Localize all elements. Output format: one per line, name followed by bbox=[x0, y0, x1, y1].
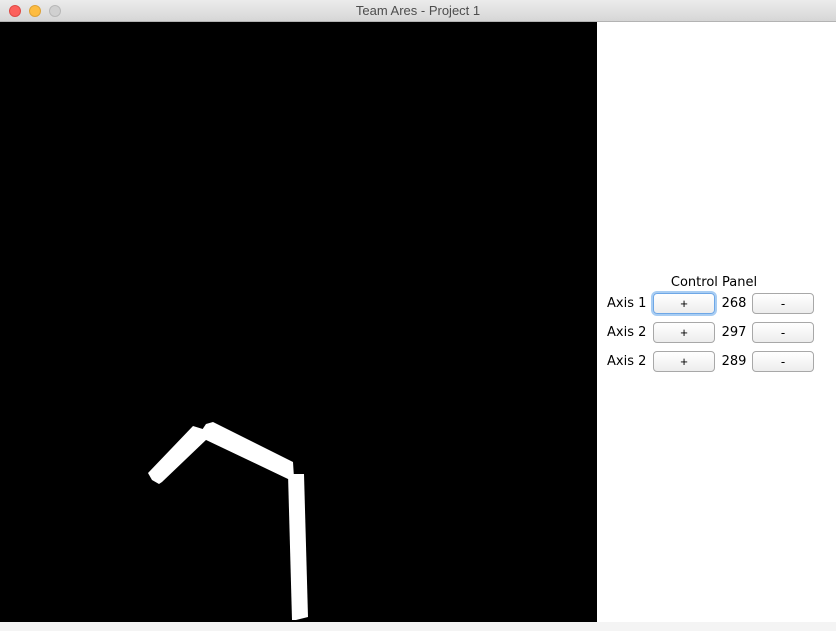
window-bottom-edge bbox=[0, 622, 836, 631]
robot-arm-canvas bbox=[0, 22, 597, 622]
axis-label: Axis 2 bbox=[607, 325, 647, 340]
axis-1-decrease-button[interactable]: - bbox=[752, 293, 814, 314]
axis-3-value: 289 bbox=[721, 354, 747, 369]
axis-3-decrease-button[interactable]: - bbox=[752, 351, 814, 372]
axis-label: Axis 1 bbox=[607, 296, 647, 311]
control-panel: Control Panel Axis 1 + 268 - Axis 2 + 29… bbox=[598, 22, 830, 622]
axis-row-2: Axis 2 + 297 - bbox=[598, 321, 830, 345]
title-bar[interactable]: Team Ares - Project 1 bbox=[0, 0, 836, 22]
arm-segment-1 bbox=[288, 474, 308, 620]
window-edge bbox=[830, 22, 836, 631]
axis-1-increase-button[interactable]: + bbox=[653, 293, 715, 314]
axis-row-1: Axis 1 + 268 - bbox=[598, 292, 830, 316]
arm-segment-2 bbox=[198, 422, 294, 479]
axis-label: Axis 2 bbox=[607, 354, 647, 369]
robot-arm-drawing bbox=[148, 422, 308, 620]
window-title: Team Ares - Project 1 bbox=[355, 3, 481, 18]
axis-3-increase-button[interactable]: + bbox=[653, 351, 715, 372]
axis-row-3: Axis 2 + 289 - bbox=[598, 350, 830, 374]
axis-1-value: 268 bbox=[721, 296, 747, 311]
control-panel-title: Control Panel bbox=[670, 275, 758, 290]
axis-2-increase-button[interactable]: + bbox=[653, 322, 715, 343]
app-window: Team Ares - Project 1 Control Panel Axis… bbox=[0, 0, 836, 631]
arm-segment-3 bbox=[148, 426, 207, 484]
axis-2-value: 297 bbox=[721, 325, 747, 340]
axis-2-decrease-button[interactable]: - bbox=[752, 322, 814, 343]
